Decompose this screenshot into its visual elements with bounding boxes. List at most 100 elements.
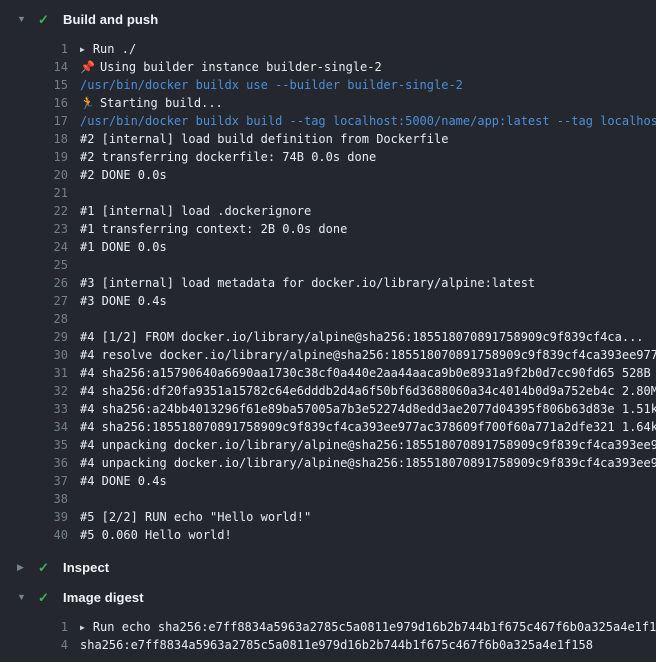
log-line: 16 🏃Starting build... [0, 94, 656, 112]
log-line-number[interactable]: 15 [20, 76, 68, 94]
log-line-text: #2 [internal] load build definition from… [80, 130, 656, 148]
log-line-text: #4 sha256:a15790640a6690aa1730c38cf0a440… [80, 364, 656, 382]
log-line: 33 #4 sha256:a24bb4013296f61e89ba57005a7… [0, 400, 656, 418]
log-line-text: #1 [internal] load .dockerignore [80, 202, 656, 220]
log-line-text: /usr/bin/docker buildx use --builder bui… [80, 76, 656, 94]
log-line-text: 📌Using builder instance builder-single-2 [80, 58, 656, 76]
log-line: 32 #4 sha256:df20fa9351a15782c64e6dddb2d… [0, 382, 656, 400]
log-line-number[interactable]: 22 [20, 202, 68, 220]
log-line: 14 📌Using builder instance builder-singl… [0, 58, 656, 76]
log-line-number[interactable]: 33 [20, 400, 68, 418]
section-title[interactable]: Image digest [63, 590, 144, 605]
log-line-text: #4 sha256:185518070891758909c9f839cf4ca3… [80, 418, 656, 436]
log-line: 15 /usr/bin/docker buildx use --builder … [0, 76, 656, 94]
log-line-number[interactable]: 40 [20, 526, 68, 544]
log-line-text: #4 sha256:df20fa9351a15782c64e6dddb2d4a6… [80, 382, 656, 400]
log-line-number[interactable]: 32 [20, 382, 68, 400]
log-line: 29 #4 [1/2] FROM docker.io/library/alpin… [0, 328, 656, 346]
log-line-text: #2 DONE 0.0s [80, 166, 656, 184]
actions-log-viewer: ▼ ✓ Build and push 1 ▶Run ./ 14 📌Using b… [0, 4, 656, 662]
log-line: 27 #3 DONE 0.4s [0, 292, 656, 310]
log-line-number[interactable]: 31 [20, 364, 68, 382]
log-line-text: ▶Run ./ [80, 40, 656, 58]
log-line-number[interactable]: 36 [20, 454, 68, 472]
log-line: 24 #1 DONE 0.0s [0, 238, 656, 256]
log-line: 1 ▶Run echo sha256:e7ff8834a5963a2785c5a… [0, 618, 656, 636]
log-line-number[interactable]: 19 [20, 148, 68, 166]
log-line: 34 #4 sha256:185518070891758909c9f839cf4… [0, 418, 656, 436]
log-line-number[interactable]: 21 [20, 184, 68, 202]
log-line-text [80, 490, 656, 508]
log-line-number[interactable]: 18 [20, 130, 68, 148]
log-line-number[interactable]: 30 [20, 346, 68, 364]
log-line-text: #3 DONE 0.4s [80, 292, 656, 310]
log-line-number[interactable]: 39 [20, 508, 68, 526]
section-header-image-digest[interactable]: ▼ ✓ Image digest [0, 582, 656, 612]
log-line-number[interactable]: 29 [20, 328, 68, 346]
log-line-number[interactable]: 20 [20, 166, 68, 184]
log-line: 17 /usr/bin/docker buildx build --tag lo… [0, 112, 656, 130]
section-header-inspect[interactable]: ▶ ✓ Inspect [0, 552, 656, 582]
section-title[interactable]: Build and push [63, 12, 158, 27]
log-line-text: ▶Run echo sha256:e7ff8834a5963a2785c5a08… [80, 618, 656, 636]
log-line-number[interactable]: 28 [20, 310, 68, 328]
log-line: 36 #4 unpacking docker.io/library/alpine… [0, 454, 656, 472]
log-section: ▼ ✓ Image digest 1 ▶Run echo sha256:e7ff… [0, 582, 656, 662]
expand-group-icon[interactable]: ▶ [80, 619, 85, 636]
log-line-text: sha256:e7ff8834a5963a2785c5a0811e979d16b… [80, 636, 656, 654]
log-line: 35 #4 unpacking docker.io/library/alpine… [0, 436, 656, 454]
section-title[interactable]: Inspect [63, 560, 109, 575]
log-line-number[interactable]: 24 [20, 238, 68, 256]
log-line: 31 #4 sha256:a15790640a6690aa1730c38cf0a… [0, 364, 656, 382]
log-line: 18 #2 [internal] load build definition f… [0, 130, 656, 148]
log-line-text: /usr/bin/docker buildx build --tag local… [80, 112, 656, 130]
section-log-lines: 1 ▶Run echo sha256:e7ff8834a5963a2785c5a… [0, 612, 656, 662]
section-toggle-icon[interactable]: ▼ [17, 593, 31, 602]
log-line-number[interactable]: 17 [20, 112, 68, 130]
log-line-text: 🏃Starting build... [80, 94, 656, 112]
log-line-number[interactable]: 27 [20, 292, 68, 310]
log-line: 4 sha256:e7ff8834a5963a2785c5a0811e979d1… [0, 636, 656, 654]
expand-group-icon[interactable]: ▶ [80, 41, 85, 58]
log-line: 1 ▶Run ./ [0, 40, 656, 58]
log-section: ▶ ✓ Inspect [0, 552, 656, 582]
log-line: 28 [0, 310, 656, 328]
log-line-text: #2 transferring dockerfile: 74B 0.0s don… [80, 148, 656, 166]
log-line: 26 #3 [internal] load metadata for docke… [0, 274, 656, 292]
log-line-text: #1 transferring context: 2B 0.0s done [80, 220, 656, 238]
log-line: 40 #5 0.060 Hello world! [0, 526, 656, 544]
log-line-text: #4 resolve docker.io/library/alpine@sha2… [80, 346, 656, 364]
section-log-lines: 1 ▶Run ./ 14 📌Using builder instance bui… [0, 34, 656, 552]
log-line-number[interactable]: 35 [20, 436, 68, 454]
log-line-number[interactable]: 25 [20, 256, 68, 274]
log-line-number[interactable]: 14 [20, 58, 68, 76]
log-line-number[interactable]: 34 [20, 418, 68, 436]
log-line-number[interactable]: 1 [20, 618, 68, 636]
log-line-number[interactable]: 38 [20, 490, 68, 508]
log-line-text: #4 sha256:a24bb4013296f61e89ba57005a7b3e… [80, 400, 656, 418]
log-line-text: #5 [2/2] RUN echo "Hello world!" [80, 508, 656, 526]
log-line-number[interactable]: 37 [20, 472, 68, 490]
log-line: 21 [0, 184, 656, 202]
section-header-build-and-push[interactable]: ▼ ✓ Build and push [0, 4, 656, 34]
log-line-text [80, 256, 656, 274]
section-toggle-icon[interactable]: ▼ [17, 15, 31, 24]
section-toggle-icon[interactable]: ▶ [17, 563, 31, 572]
log-line: 22 #1 [internal] load .dockerignore [0, 202, 656, 220]
runner-emoji: 🏃 [80, 96, 95, 110]
log-line-number[interactable]: 26 [20, 274, 68, 292]
success-check-icon: ✓ [38, 13, 53, 26]
log-line-number[interactable]: 23 [20, 220, 68, 238]
pushpin-emoji: 📌 [80, 60, 95, 74]
log-line-number[interactable]: 16 [20, 94, 68, 112]
log-line: 30 #4 resolve docker.io/library/alpine@s… [0, 346, 656, 364]
log-line-text: #5 0.060 Hello world! [80, 526, 656, 544]
log-line: 39 #5 [2/2] RUN echo "Hello world!" [0, 508, 656, 526]
log-line-text: #4 unpacking docker.io/library/alpine@sh… [80, 436, 656, 454]
log-line-number[interactable]: 1 [20, 40, 68, 58]
log-line-text: #4 DONE 0.4s [80, 472, 656, 490]
log-section: ▼ ✓ Build and push 1 ▶Run ./ 14 📌Using b… [0, 4, 656, 552]
log-line-number[interactable]: 4 [20, 636, 68, 654]
log-line-text: #4 [1/2] FROM docker.io/library/alpine@s… [80, 328, 656, 346]
log-line-text [80, 184, 656, 202]
